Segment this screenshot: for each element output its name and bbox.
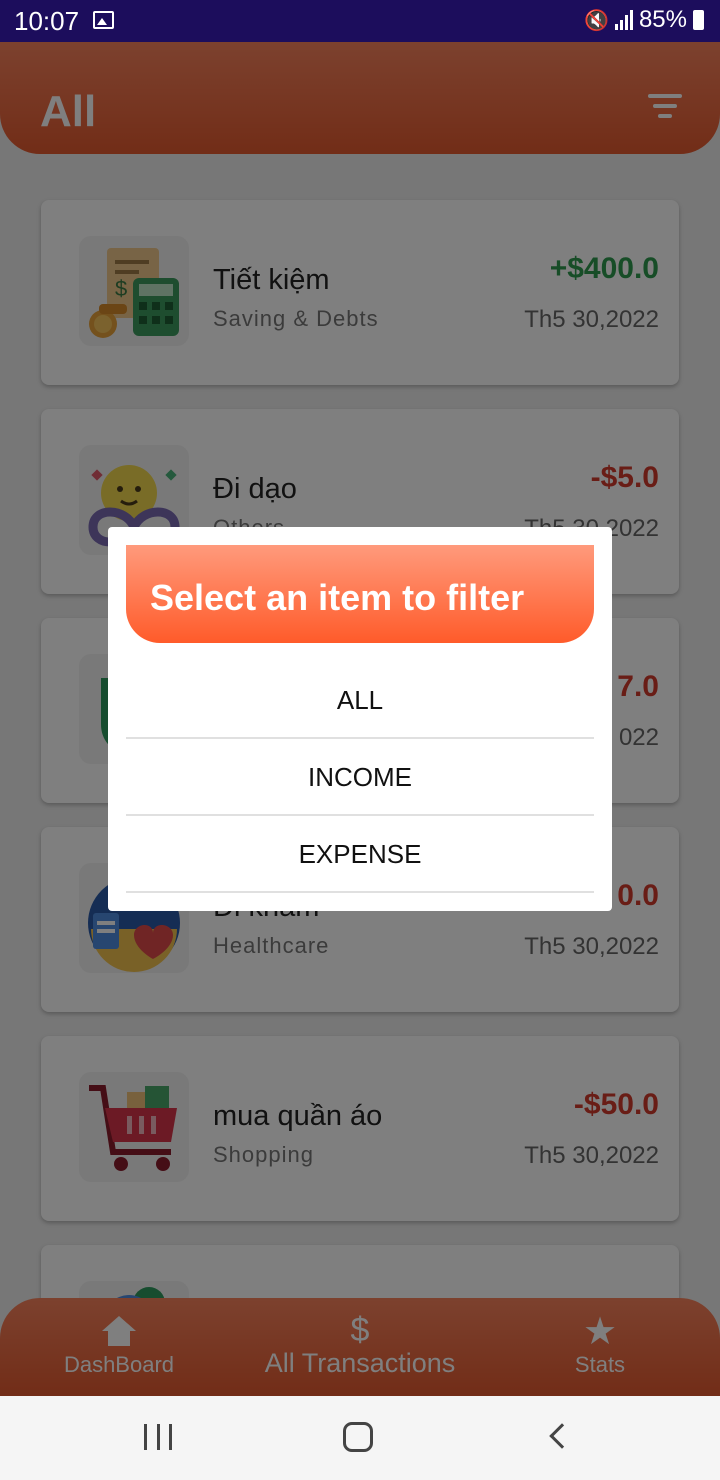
battery-icon [693,10,704,30]
mute-icon: 🔇 [584,9,609,32]
status-time: 10:07 [14,6,80,36]
status-right: 🔇 85% [584,6,704,34]
back-icon[interactable] [549,1423,575,1449]
signal-icon [614,10,633,30]
filter-dialog: Select an item to filter ALL INCOME EXPE… [108,527,612,911]
filter-option-income[interactable]: INCOME [126,739,594,816]
home-button-icon[interactable] [343,1422,373,1452]
dialog-title: Select an item to filter [150,577,525,618]
battery-percent: 85% [638,6,687,33]
filter-option-expense[interactable]: EXPENSE [126,816,594,893]
system-navigation-bar [0,1396,720,1480]
recents-icon[interactable] [144,1424,172,1450]
filter-option-all[interactable]: ALL [126,662,594,739]
image-notification-icon [93,11,114,29]
status-bar: 10:07 🔇 85% [0,0,720,42]
dialog-header: Select an item to filter [126,545,594,643]
